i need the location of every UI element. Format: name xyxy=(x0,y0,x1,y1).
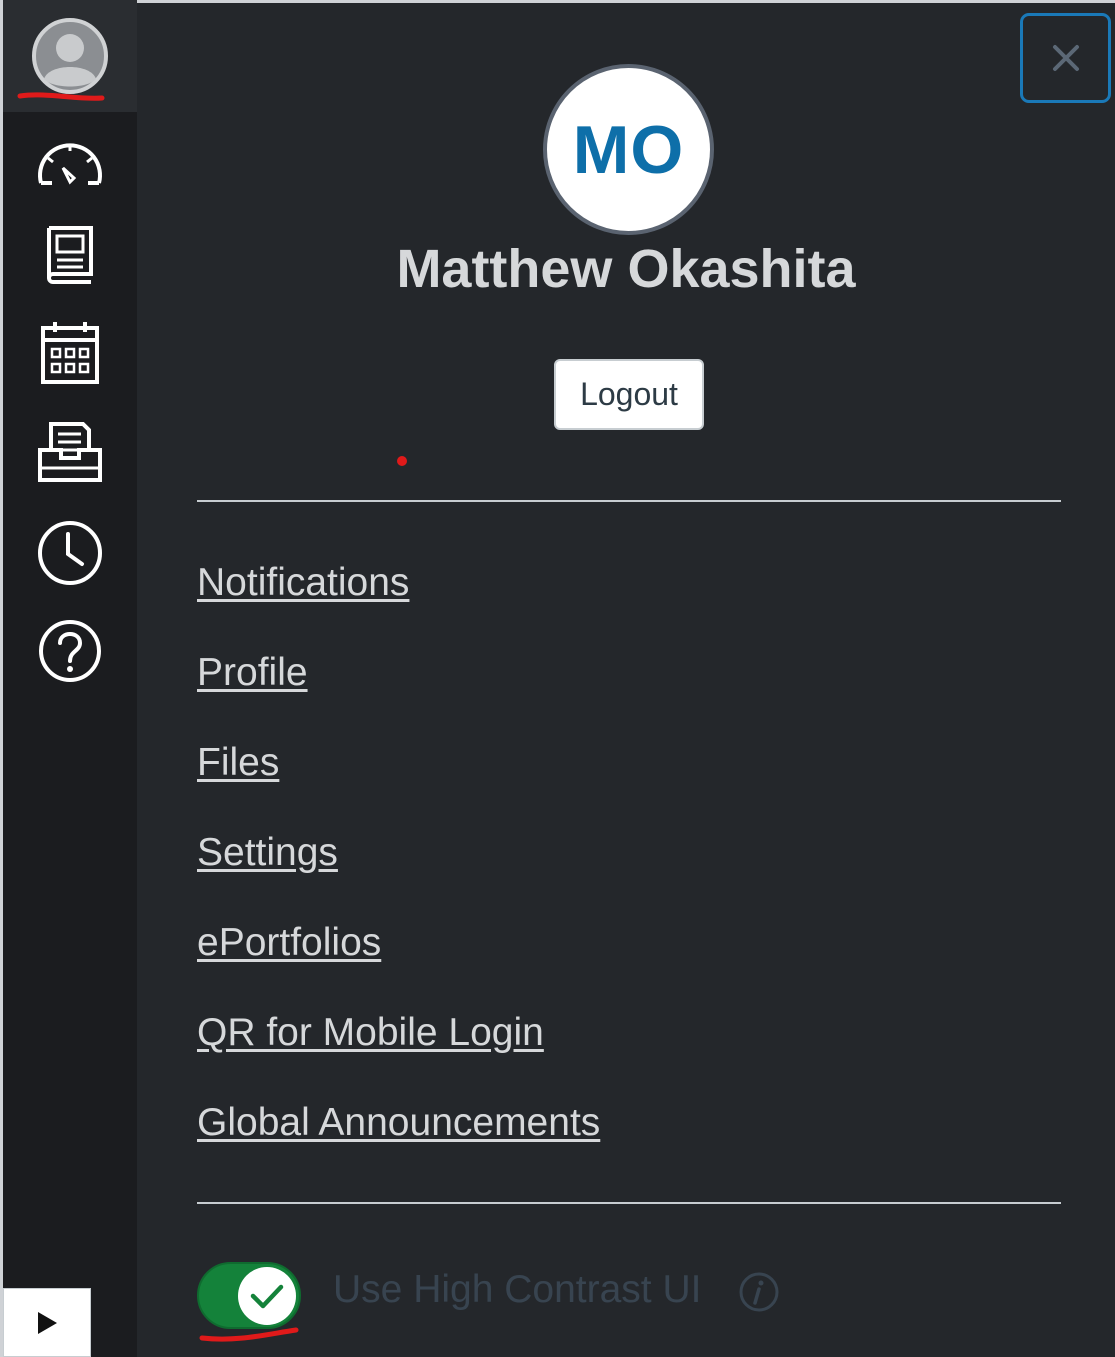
tray-links: Notifications Profile Files Settings ePo… xyxy=(197,555,600,1185)
link-eportfolios[interactable]: ePortfolios xyxy=(197,915,600,1005)
logout-button[interactable]: Logout xyxy=(554,359,704,430)
top-border xyxy=(0,0,1115,3)
high-contrast-label: Use High Contrast UI xyxy=(333,1268,702,1311)
close-icon xyxy=(1052,45,1079,71)
divider-top xyxy=(197,500,1061,502)
nav-help[interactable] xyxy=(3,601,137,701)
inbox-icon xyxy=(38,422,102,482)
close-tray-button[interactable] xyxy=(1020,13,1111,103)
account-icon xyxy=(32,18,108,94)
help-icon xyxy=(39,620,101,682)
checkmark-icon xyxy=(250,1284,284,1309)
avatar-initials: MO xyxy=(572,111,685,188)
dashboard-icon xyxy=(38,143,102,185)
avatar: MO xyxy=(543,64,714,235)
toggle-knob xyxy=(238,1267,296,1325)
play-icon xyxy=(38,1311,57,1334)
high-contrast-toggle-wrap xyxy=(197,1262,301,1329)
info-icon[interactable] xyxy=(738,1271,780,1313)
link-files[interactable]: Files xyxy=(197,735,600,825)
nav-history[interactable] xyxy=(3,503,137,603)
annotation-underline-toggle xyxy=(199,1327,299,1342)
nav-courses[interactable] xyxy=(3,205,137,305)
courses-icon xyxy=(47,226,93,284)
link-settings[interactable]: Settings xyxy=(197,825,600,915)
nav-inbox[interactable] xyxy=(3,402,137,502)
link-profile[interactable]: Profile xyxy=(197,645,600,735)
global-nav xyxy=(0,0,137,1357)
annotation-underline-account xyxy=(17,92,105,101)
annotation-dot xyxy=(397,456,407,466)
divider-bottom xyxy=(197,1202,1061,1204)
nav-calendar[interactable] xyxy=(3,303,137,403)
user-name: Matthew Okashita xyxy=(396,239,856,299)
nav-dashboard[interactable] xyxy=(3,113,137,213)
link-qr-mobile-login[interactable]: QR for Mobile Login xyxy=(197,1005,600,1095)
high-contrast-toggle[interactable] xyxy=(197,1262,301,1329)
link-global-announcements[interactable]: Global Announcements xyxy=(197,1095,600,1185)
calendar-icon xyxy=(41,322,99,384)
link-notifications[interactable]: Notifications xyxy=(197,555,600,645)
history-icon xyxy=(38,521,102,585)
expand-nav-button[interactable] xyxy=(3,1288,91,1357)
